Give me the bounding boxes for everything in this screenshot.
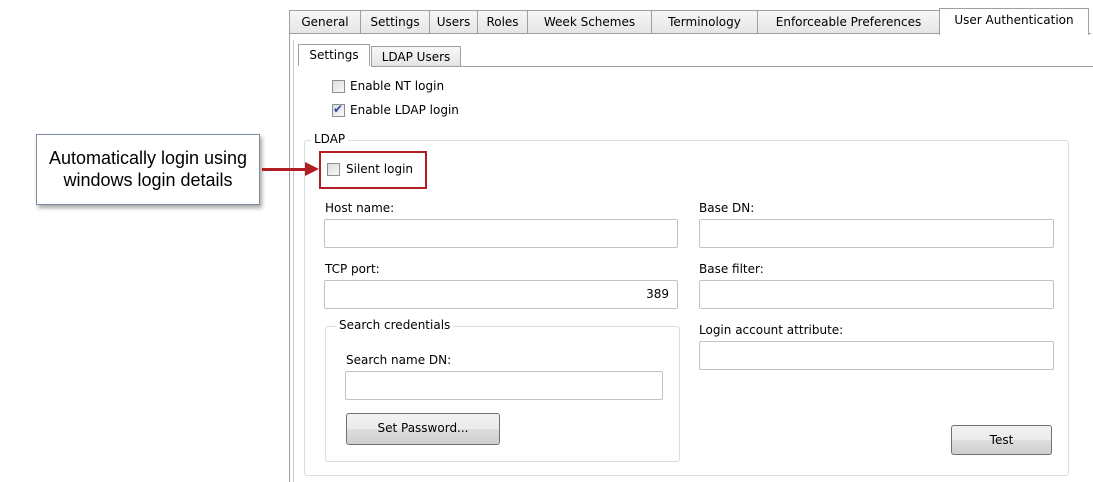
ldap-group-label: LDAP [311,132,349,146]
test-button[interactable]: Test [951,425,1052,455]
login-account-attribute-label: Login account attribute: [699,323,844,337]
annotation-callout: Automatically login using windows login … [36,134,260,205]
tcp-port-label: TCP port: [325,262,380,276]
panel-border [289,34,290,482]
enable-ldap-login-label: Enable LDAP login [350,103,459,117]
main-tab-strip: General Settings Users Roles Week Scheme… [289,8,1091,35]
search-name-dn-label: Search name DN: [346,353,452,367]
tab-users[interactable]: Users [429,10,478,34]
search-name-dn-input[interactable] [345,371,663,400]
subtab-settings[interactable]: Settings [298,44,370,66]
search-credentials-label: Search credentials [336,318,454,332]
base-dn-input[interactable] [699,219,1054,248]
tcp-port-input[interactable]: 389 [324,280,678,309]
tab-terminology[interactable]: Terminology [651,10,758,34]
enable-nt-login-label: Enable NT login [350,79,445,93]
inner-panel-border [293,40,294,482]
enable-ldap-login-checkbox[interactable] [332,102,345,117]
tab-settings[interactable]: Settings [360,10,430,34]
tab-general[interactable]: General [289,10,361,34]
base-filter-input[interactable] [699,280,1054,309]
set-password-button[interactable]: Set Password... [346,413,500,445]
login-account-attribute-input[interactable] [699,341,1054,370]
host-name-input[interactable] [324,219,678,248]
subtab-ldap-users[interactable]: LDAP Users [371,46,461,67]
base-dn-label: Base DN: [699,201,755,215]
base-filter-label: Base filter: [699,262,764,276]
tab-user-authentication[interactable]: User Authentication [939,8,1089,35]
tab-enforceable-preferences[interactable]: Enforceable Preferences [757,10,940,34]
annotation-arrow-head [305,162,319,176]
tab-week-schemes[interactable]: Week Schemes [527,10,652,34]
subtab-divider [371,66,1093,67]
callout-line-1: Automatically login using [48,148,248,168]
enable-nt-login-checkbox[interactable] [332,80,345,93]
silent-login-highlight-box [319,151,427,189]
host-name-label: Host name: [325,201,395,215]
tab-roles[interactable]: Roles [477,10,528,34]
callout-line-2: windows login details [63,170,233,190]
